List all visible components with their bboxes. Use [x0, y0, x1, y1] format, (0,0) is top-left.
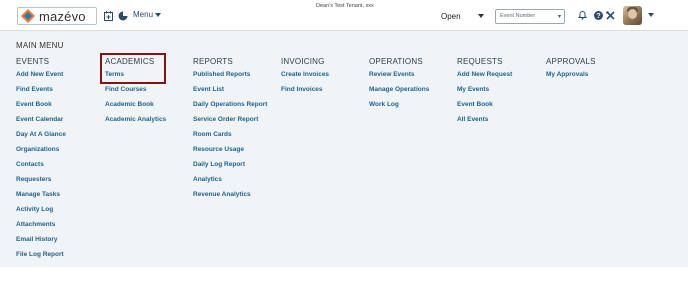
tenant-name: Dean's Test Tenant, xxx — [316, 3, 374, 9]
highlight-box — [100, 53, 166, 84]
logo-diamond-icon — [21, 9, 35, 23]
menu-item-find-invoices[interactable]: Find Invoices — [281, 85, 329, 100]
menu-item-requesters[interactable]: Requesters — [16, 175, 66, 190]
menu-item-room-cards[interactable]: Room Cards — [193, 130, 267, 145]
menu-item-resource-usage[interactable]: Resource Usage — [193, 145, 267, 160]
dropdown-arrow-icon: ▾ — [557, 14, 561, 20]
tools-icon[interactable] — [606, 11, 615, 20]
menu-item-academic-analytics[interactable]: Academic Analytics — [105, 115, 166, 130]
menu-item-daily-operations-report[interactable]: Daily Operations Report — [193, 100, 267, 115]
menu-item-manage-operations[interactable]: Manage Operations — [369, 85, 429, 100]
pie-chart-icon[interactable] — [118, 11, 128, 21]
menu-item-published-reports[interactable]: Published Reports — [193, 70, 267, 85]
menu-item-all-events[interactable]: All Events — [457, 115, 512, 130]
help-icon[interactable]: ? — [594, 11, 603, 20]
caret-down-icon[interactable] — [648, 13, 654, 17]
menu-item-analytics[interactable]: Analytics — [193, 175, 267, 190]
main-menu-title: MAIN MENU — [16, 41, 64, 50]
menu-label: Menu — [133, 10, 154, 19]
menu-item-event-list[interactable]: Event List — [193, 85, 267, 100]
menu-item-contacts[interactable]: Contacts — [16, 160, 66, 175]
mazevo-logo[interactable]: mazévo — [17, 7, 97, 25]
column-heading: REPORTS — [193, 57, 233, 66]
user-avatar[interactable] — [623, 6, 642, 25]
column-heading: APPROVALS — [546, 57, 596, 66]
menu-item-academic-book[interactable]: Academic Book — [105, 100, 166, 115]
page-background — [0, 267, 688, 285]
column-heading: REQUESTS — [457, 57, 503, 66]
menu-item-revenue-analytics[interactable]: Revenue Analytics — [193, 190, 267, 205]
menu-item-file-log-report[interactable]: File Log Report — [16, 250, 66, 265]
status-select[interactable]: Open — [441, 12, 461, 21]
menu-item-add-new-event[interactable]: Add New Event — [16, 70, 66, 85]
menu-item-event-book[interactable]: Event Book — [457, 100, 512, 115]
column-heading: OPERATIONS — [369, 57, 423, 66]
caret-down-icon — [155, 12, 162, 17]
menu-column-operations: OPERATIONS Review Events Manage Operatio… — [369, 57, 429, 115]
menu-item-my-approvals[interactable]: My Approvals — [546, 70, 596, 85]
column-heading: INVOICING — [281, 57, 325, 66]
menu-column-requests: REQUESTS Add New Request My Events Event… — [457, 57, 512, 130]
svg-text:?: ? — [596, 13, 600, 20]
menu-column-approvals: APPROVALS My Approvals — [546, 57, 596, 85]
menu-item-add-new-request[interactable]: Add New Request — [457, 70, 512, 85]
menu-button[interactable]: Menu — [133, 10, 162, 19]
menu-item-organizations[interactable]: Organizations — [16, 145, 66, 160]
menu-item-activity-log[interactable]: Activity Log — [16, 205, 66, 220]
top-bar: mazévo Menu Dean's Test Tenant, xxx Open… — [0, 0, 688, 31]
bell-icon[interactable] — [578, 10, 587, 20]
menu-item-find-courses[interactable]: Find Courses — [105, 85, 166, 100]
event-number-placeholder: Event Number — [500, 13, 536, 19]
menu-item-find-events[interactable]: Find Events — [16, 85, 66, 100]
menu-item-event-calendar[interactable]: Event Calendar — [16, 115, 66, 130]
menu-item-review-events[interactable]: Review Events — [369, 70, 429, 85]
avatar-face — [628, 9, 637, 19]
menu-item-day-at-a-glance[interactable]: Day At A Glance — [16, 130, 66, 145]
menu-column-events: EVENTS Add New Event Find Events Event B… — [16, 57, 66, 265]
event-number-select[interactable]: Event Number ▾ — [495, 9, 565, 24]
menu-item-create-invoices[interactable]: Create Invoices — [281, 70, 329, 85]
menu-item-event-book[interactable]: Event Book — [16, 100, 66, 115]
caret-down-icon[interactable] — [478, 14, 484, 18]
column-heading: EVENTS — [16, 57, 50, 66]
logo-text: mazévo — [39, 8, 86, 24]
menu-item-daily-log-report[interactable]: Daily Log Report — [193, 160, 267, 175]
menu-item-manage-tasks[interactable]: Manage Tasks — [16, 190, 66, 205]
menu-item-attachments[interactable]: Attachments — [16, 220, 66, 235]
menu-column-reports: REPORTS Published Reports Event List Dai… — [193, 57, 267, 205]
menu-item-my-events[interactable]: My Events — [457, 85, 512, 100]
calendar-add-icon[interactable] — [104, 11, 113, 21]
menu-item-service-order-report[interactable]: Service Order Report — [193, 115, 267, 130]
menu-item-work-log[interactable]: Work Log — [369, 100, 429, 115]
menu-item-email-history[interactable]: Email History — [16, 235, 66, 250]
menu-column-invoicing: INVOICING Create Invoices Find Invoices — [281, 57, 329, 100]
